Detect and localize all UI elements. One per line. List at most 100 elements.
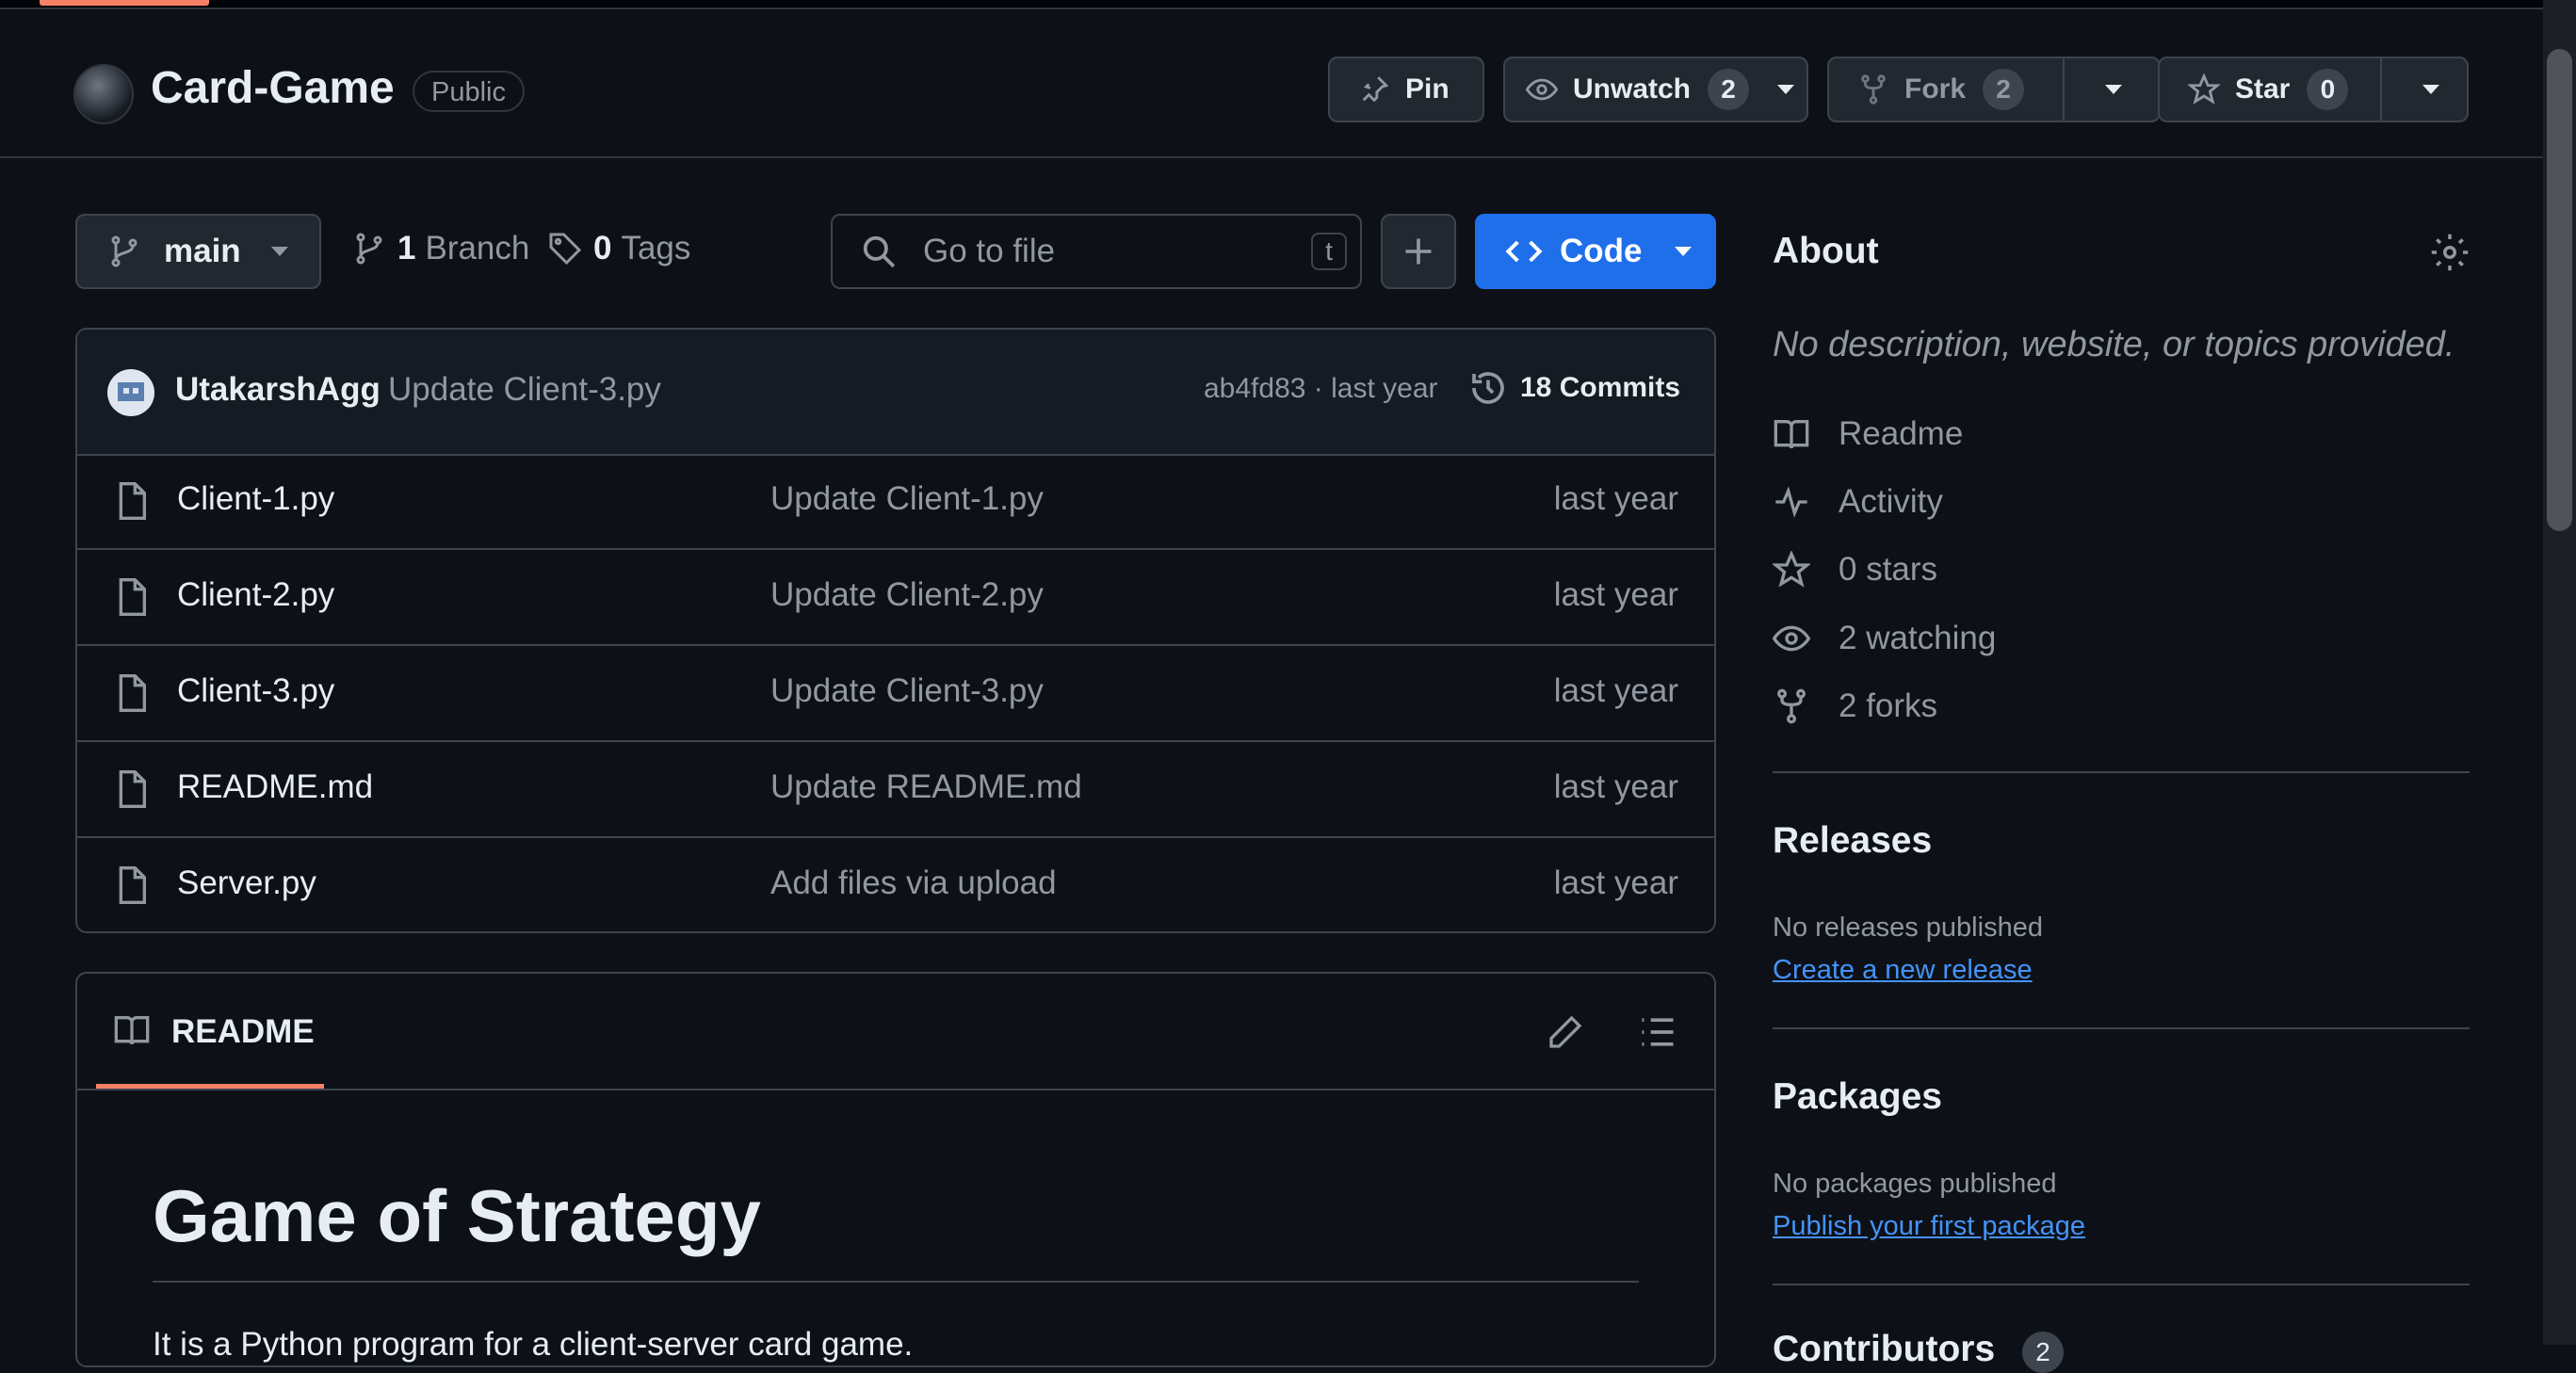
repo-title[interactable]: Card-Game [151,62,395,114]
file-name[interactable]: Client-3.py [177,672,334,710]
unwatch-button[interactable]: Unwatch 2 [1503,57,1808,122]
branch-icon [111,235,138,267]
plus-icon [1405,238,1432,265]
owner-avatar[interactable] [73,64,134,124]
forks-link[interactable]: 2 forks [1773,687,1937,725]
create-release-link[interactable]: Create a new release [1773,955,2033,986]
forks-link-label: 2 forks [1839,687,1938,724]
chevron-down-icon[interactable] [1777,85,1795,94]
pin-button[interactable]: Pin [1328,57,1484,122]
commit-meta: ab4fd83 · last year [1204,373,1438,404]
code-button[interactable]: Code [1475,214,1716,289]
file-name[interactable]: Client-2.py [177,576,334,614]
file-name[interactable]: Server.py [177,864,316,902]
file-icon [119,578,146,616]
readme-link[interactable]: Readme [1773,415,1963,453]
branch-name: main [164,233,241,269]
stars-link[interactable]: 0 stars [1773,551,1937,589]
star-label: Star [2235,73,2291,105]
branches-count: 1 [397,230,416,267]
file-name[interactable]: Client-1.py [177,480,334,518]
fork-icon [1777,688,1806,724]
file-name[interactable]: README.md [177,768,373,806]
activity-link[interactable]: Activity [1773,483,1943,521]
star-icon [1773,551,1810,588]
top-accent-line [40,0,209,6]
chevron-down-icon [1674,247,1692,256]
file-commit-message[interactable]: Update Client-3.py [770,672,1044,710]
code-label: Code [1560,233,1643,269]
star-count: 0 [2307,69,2349,110]
add-file-button[interactable] [1381,214,1456,289]
fork-button[interactable]: Fork 2 [1827,57,2161,122]
file-row[interactable]: Client-3.py Update Client-3.py last year [77,646,1714,742]
file-icon [119,866,146,904]
book-icon [114,1016,150,1045]
chevron-down-icon[interactable] [2422,85,2439,94]
releases-empty: No releases published [1773,913,2043,943]
code-icon [1505,240,1543,263]
tags-label: Tags [621,230,691,267]
author-avatar[interactable] [107,369,154,416]
fork-label: Fork [1904,73,1967,105]
search-icon [863,235,896,268]
file-browser: UtakarshAgg Update Client-3.py ab4fd83 ·… [75,328,1716,933]
keyboard-shortcut-hint: t [1311,233,1347,270]
branches-link[interactable]: 1 Branch [352,230,529,267]
file-commit-message[interactable]: Add files via upload [770,864,1057,902]
packages-title[interactable]: Packages [1773,1076,1942,1118]
file-row[interactable]: README.md Update README.md last year [77,742,1714,838]
file-icon [119,770,146,808]
tag-icon [549,233,582,266]
file-row[interactable]: Client-1.py Update Client-1.py last year [77,454,1714,550]
file-commit-time: last year [1553,672,1678,709]
file-icon [119,674,146,712]
commit-hash[interactable]: ab4fd83 [1204,373,1305,404]
file-commit-message[interactable]: Update Client-2.py [770,576,1044,614]
top-progress-bar [0,0,2576,9]
watching-link-label: 2 watching [1839,620,1997,656]
readme-header: README [77,974,1714,1090]
latest-commit-bar: UtakarshAgg Update Client-3.py ab4fd83 ·… [77,330,1714,456]
fork-icon [1861,74,1886,105]
pin-icon [1362,76,1389,103]
contributors-label: Contributors [1773,1329,1996,1369]
watching-link[interactable]: 2 watching [1773,620,1996,657]
pin-label: Pin [1405,73,1450,105]
file-row[interactable]: Server.py Add files via upload last year [77,838,1714,931]
file-row[interactable]: Client-2.py Update Client-2.py last year [77,550,1714,646]
file-commit-message[interactable]: Update README.md [770,768,1082,806]
contributors-title[interactable]: Contributors 2 [1773,1329,2064,1373]
pulse-icon [1775,486,1807,518]
publish-package-link[interactable]: Publish your first package [1773,1211,2085,1242]
star-button[interactable]: Star 0 [2158,57,2469,122]
go-to-file-input[interactable]: Go to file t [831,214,1362,289]
pencil-icon[interactable] [1547,1013,1584,1051]
readme-heading-rule [153,1281,1639,1283]
outline-list-icon[interactable] [1637,1011,1678,1053]
branch-icon [356,233,382,265]
repo-header: Card-Game Public Pin Unwatch 2 Fork 2 St… [0,9,2543,158]
commit-author[interactable]: UtakarshAgg [175,371,381,409]
scrollbar-thumb[interactable] [2547,49,2572,531]
branch-selector[interactable]: main [75,214,321,289]
divider [1773,1027,2470,1029]
readme-link-label: Readme [1839,415,1964,452]
divider [1773,1284,2470,1285]
tags-link[interactable]: 0 Tags [548,230,690,267]
eye-icon [1526,78,1558,101]
file-commit-time: last year [1553,576,1678,613]
file-commit-message[interactable]: Update Client-1.py [770,480,1044,518]
commits-link[interactable]: 18 Commits [1469,369,1680,407]
tags-count: 0 [593,230,612,267]
chevron-down-icon [270,247,288,256]
releases-title[interactable]: Releases [1773,820,1932,862]
chevron-down-icon[interactable] [2105,85,2122,94]
star-icon [2188,73,2220,105]
commit-message[interactable]: Update Client-3.py [388,371,661,409]
tab-readme[interactable]: README [96,974,324,1089]
scrollbar[interactable] [2543,0,2576,1345]
visibility-badge: Public [413,71,525,112]
gear-icon[interactable] [2430,233,2470,272]
fork-count: 2 [1983,69,2025,110]
